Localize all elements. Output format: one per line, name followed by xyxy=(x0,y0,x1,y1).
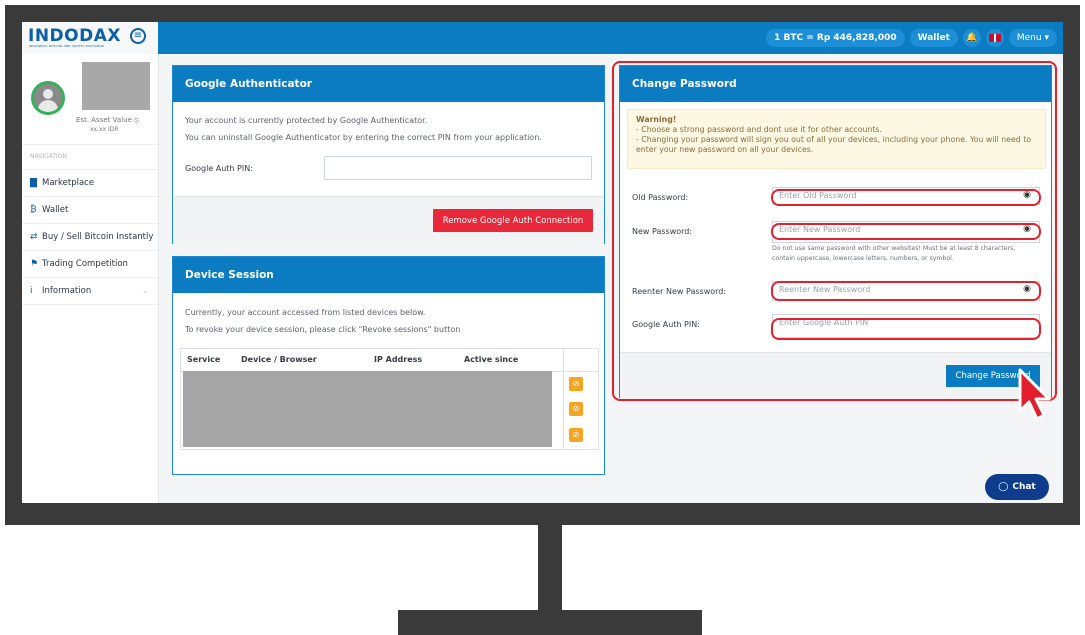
sidebar-item-buy-sell[interactable]: ⇄ Buy / Sell Bitcoin Instantly xyxy=(22,224,158,251)
highlight-new-password xyxy=(771,223,1041,240)
google-auth-pin-input[interactable] xyxy=(324,156,592,180)
google-auth-title: Google Authenticator xyxy=(173,66,604,102)
top-right-controls: 1 BTC = Rp 446,828,000 Wallet 🔔 Menu ▾ xyxy=(766,29,1057,47)
revoke-session-button[interactable]: ⊘ xyxy=(569,402,583,416)
bell-icon[interactable]: 🔔 xyxy=(962,29,981,47)
sidebar-item-information[interactable]: i Information ⌄ xyxy=(22,278,158,305)
btc-rate-badge: 1 BTC = Rp 446,828,000 xyxy=(766,29,905,47)
redacted-user-info xyxy=(82,62,150,110)
exchange-icon: ⇄ xyxy=(30,232,38,242)
device-session-line1: Currently, your account accessed from li… xyxy=(185,308,426,317)
eye-slash-icon[interactable]: ⦸ xyxy=(134,116,139,124)
profile-block: Est. Asset Value ⦸ xx.xx IDR xyxy=(22,54,158,145)
highlight-google-auth-pin xyxy=(771,318,1041,340)
sidebar-item-trading-competition[interactable]: ⚑ Trading Competition xyxy=(22,251,158,278)
device-session-line2: To revoke your device session, please cl… xyxy=(185,325,461,334)
menu-dropdown[interactable]: Menu ▾ xyxy=(1008,29,1057,47)
chat-button[interactable]: ◯ Chat xyxy=(985,474,1049,500)
action-column-divider xyxy=(563,349,564,449)
device-session-table: Service Device / Browser IP Address Acti… xyxy=(180,348,599,450)
chevron-down-icon: ⌄ xyxy=(142,287,148,295)
top-navbar: 1 BTC = Rp 446,828,000 Wallet 🔔 Menu ▾ xyxy=(22,22,1063,54)
google-auth-card: Google Authenticator Your account is cur… xyxy=(172,65,605,244)
google-auth-pin-label: Google Auth PIN: xyxy=(185,164,253,173)
monitor-stand-base xyxy=(398,610,702,635)
highlight-reenter-password xyxy=(771,281,1041,301)
indodax-logo: INDODAX xyxy=(28,26,121,46)
logo-tagline: INDONESIA BITCOIN AND CRYPTO EXCHANGE xyxy=(29,44,105,48)
highlight-old-password xyxy=(771,189,1041,206)
asset-value: xx.xx IDR xyxy=(90,126,119,133)
screen: 1 BTC = Rp 446,828,000 Wallet 🔔 Menu ▾ I… xyxy=(22,22,1063,503)
chat-bubble-icon: ◯ xyxy=(998,482,1009,492)
col-service: Service xyxy=(187,355,221,364)
col-active-since: Active since xyxy=(464,355,519,364)
revoke-session-button[interactable]: ⊘ xyxy=(569,377,583,391)
flag-icon: ⚑ xyxy=(30,259,39,269)
sidebar-item-marketplace[interactable]: ▇ Marketplace xyxy=(22,170,158,197)
google-auth-line1: Your account is currently protected by G… xyxy=(185,116,428,125)
revoke-session-button[interactable]: ⊘ xyxy=(569,428,583,442)
language-flag-icon[interactable] xyxy=(985,29,1004,47)
sidebar-item-wallet[interactable]: ₿ Wallet xyxy=(22,197,158,224)
nav-heading: NAVIGATION xyxy=(22,145,158,170)
sidebar: Est. Asset Value ⦸ xx.xx IDR NAVIGATION … xyxy=(22,54,159,503)
remove-google-auth-button[interactable]: Remove Google Auth Connection xyxy=(433,209,593,232)
monitor-stand-neck xyxy=(538,525,562,611)
asset-label: Est. Asset Value ⦸ xyxy=(76,116,139,124)
info-icon: i xyxy=(30,286,33,296)
col-device-browser: Device / Browser xyxy=(241,355,317,364)
redacted-session-rows xyxy=(183,371,552,447)
hamburger-icon[interactable]: ≡ xyxy=(130,28,146,44)
bitcoin-icon: ₿ xyxy=(30,205,37,215)
avatar[interactable] xyxy=(31,81,65,115)
logo-area[interactable]: INDODAX INDONESIA BITCOIN AND CRYPTO EXC… xyxy=(22,22,158,54)
col-ip-address: IP Address xyxy=(374,355,423,364)
mouse-cursor-icon xyxy=(1018,368,1051,421)
device-session-card: Device Session Currently, your account a… xyxy=(172,256,605,475)
caret-down-icon: ▾ xyxy=(1044,33,1049,43)
google-auth-line2: You can uninstall Google Authenticator b… xyxy=(185,133,542,142)
wallet-button[interactable]: Wallet xyxy=(909,29,958,47)
bar-chart-icon: ▇ xyxy=(30,178,37,188)
menu-label: Menu xyxy=(1016,33,1042,43)
device-session-title: Device Session xyxy=(173,257,604,293)
